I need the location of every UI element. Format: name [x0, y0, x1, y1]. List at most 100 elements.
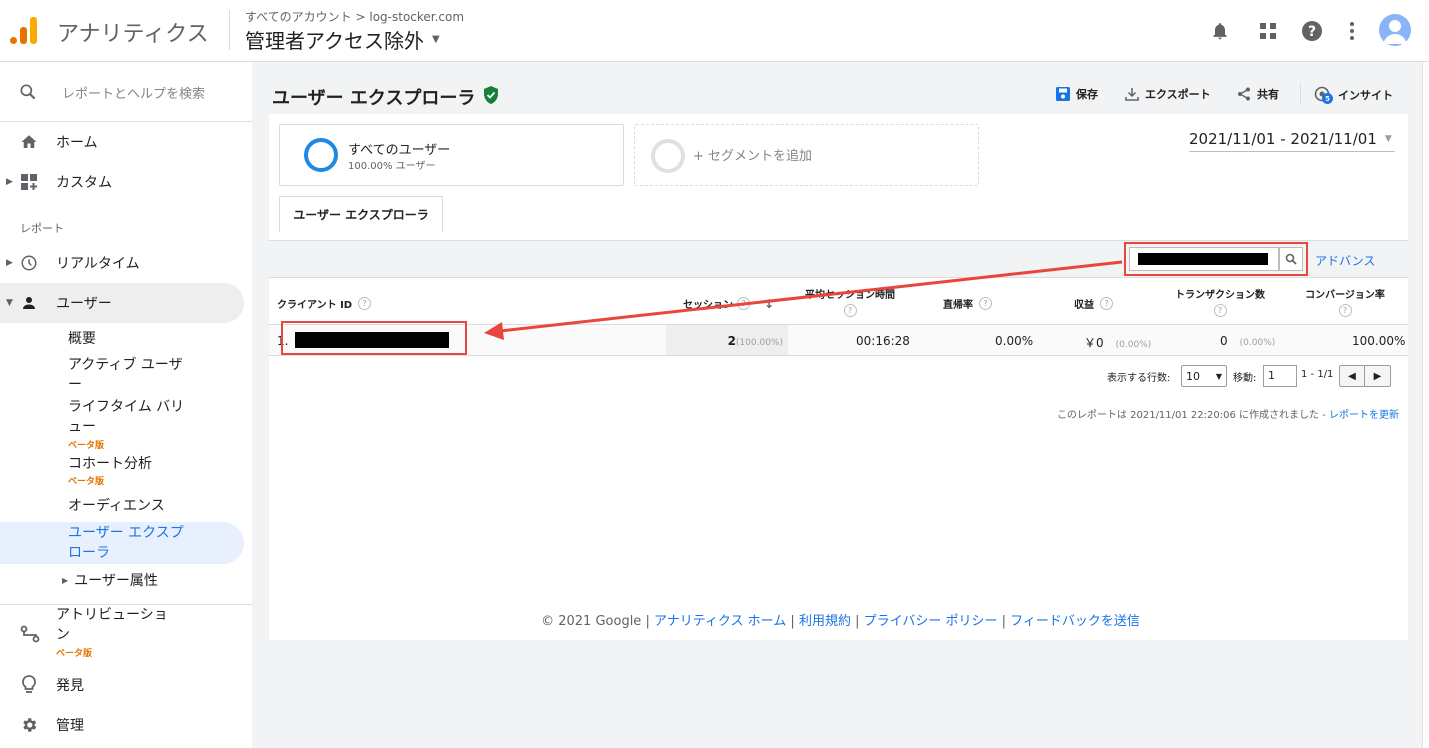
page-range: 1 - 1/1	[1301, 369, 1334, 380]
caret-down-icon: ▼	[432, 34, 440, 45]
help-tooltip-icon[interactable]: ?	[1213, 304, 1227, 317]
sidebar-sub-lifetime-value[interactable]: ライフタイム バリ ュー	[68, 397, 184, 437]
insight-label: インサイト	[1338, 89, 1393, 102]
cell-avg-duration: 00:16:28	[856, 334, 910, 348]
col-header-bounce[interactable]: 直帰率?	[943, 296, 992, 311]
save-button[interactable]: 保存	[1056, 86, 1098, 102]
goto-page-input[interactable]: 1	[1263, 365, 1297, 387]
footer-sep: |	[1001, 614, 1011, 629]
attribution-icon	[20, 625, 40, 647]
col-header-client-id[interactable]: クライアント ID?	[277, 296, 372, 311]
sidebar-sub-active-users[interactable]: アクティブ ユーザ ー	[68, 355, 183, 395]
save-icon	[1056, 87, 1070, 101]
sidebar: レポートとヘルプを検索 ホーム ▶ カスタム レポート ▶ リアルタイム ▼ ユ…	[0, 62, 252, 748]
sidebar-item-label: ン	[56, 627, 70, 643]
sidebar-item-discover[interactable]: 発見	[0, 665, 244, 705]
apps-grid-icon[interactable]	[1256, 19, 1280, 43]
report-timestamp: このレポートは 2021/11/01 22:20:06 に作成されました - レ…	[919, 406, 1399, 421]
vertical-scrollbar[interactable]	[1422, 62, 1429, 748]
beta-badge: ベータ版	[68, 441, 105, 451]
col-header-revenue[interactable]: 収益?	[1074, 296, 1113, 311]
caret-down-icon: ▼	[6, 298, 13, 308]
help-tooltip-icon[interactable]: ?	[358, 297, 372, 310]
sidebar-item-attribution[interactable]: アトリビューショ ン ベータ版	[0, 605, 244, 661]
caret-right-icon: ▶	[6, 258, 13, 268]
page-title: ユーザー エクスプローラ	[272, 84, 499, 110]
help-icon[interactable]: ?	[1300, 19, 1324, 43]
page-footer: © 2021 Google | アナリティクス ホーム | 利用規約 | プライ…	[252, 610, 1429, 629]
export-label: エクスポート	[1145, 88, 1211, 101]
help-tooltip-icon[interactable]: ?	[1338, 304, 1352, 317]
segment-card-all-users[interactable]: すべてのユーザー 100.00% ユーザー	[279, 124, 624, 186]
insight-button[interactable]: 5 インサイト	[1314, 86, 1393, 104]
sidebar-search[interactable]: レポートとヘルプを検索	[0, 62, 252, 122]
sidebar-sub-user-explorer[interactable]: ユーザー エクスプ ローラ	[0, 522, 244, 564]
insight-icon: 5	[1314, 86, 1333, 104]
col-header-sessions[interactable]: セッション? ↓	[683, 296, 774, 312]
sidebar-sub-overview[interactable]: 概要	[68, 329, 96, 349]
search-icon	[18, 82, 38, 106]
transactions-pct: (0.00%)	[1239, 338, 1276, 348]
sessions-value: 2	[727, 334, 736, 348]
sidebar-sub-audience[interactable]: オーディエンス	[68, 496, 165, 516]
sidebar-item-label: 管理	[56, 718, 84, 734]
sidebar-sub-label: ー	[68, 377, 82, 393]
svg-text:?: ?	[1308, 24, 1316, 40]
chevron-left-icon: ◀	[1348, 370, 1356, 382]
footer-link-privacy[interactable]: プライバシー ポリシー	[864, 614, 998, 629]
analytics-logo-icon[interactable]	[10, 16, 38, 44]
rows-per-page-select[interactable]: 10 ▼	[1181, 365, 1227, 387]
footer-link-feedback[interactable]: フィードバックを送信	[1010, 614, 1140, 629]
help-tooltip-icon[interactable]: ?	[737, 297, 750, 310]
revenue-pct: (0.00%)	[1115, 340, 1152, 350]
breadcrumb[interactable]: すべてのアカウント > log-stocker.com	[245, 8, 464, 25]
footer-link-terms[interactable]: 利用規約	[799, 614, 851, 629]
caret-right-icon: ▶	[6, 177, 13, 187]
goto-label: 移動:	[1233, 373, 1257, 384]
sidebar-item-users[interactable]: ▼ ユーザー	[0, 283, 244, 323]
app-name: アナリティクス	[57, 22, 209, 47]
cell-sessions: 2(100.00%)	[669, 334, 783, 348]
share-button[interactable]: 共有	[1237, 86, 1279, 102]
col-header-label: クライアント ID	[277, 300, 353, 311]
advanced-link[interactable]: アドバンス	[1315, 252, 1375, 269]
transactions-value: 0	[1220, 334, 1228, 348]
col-header-conversion[interactable]: コンバージョン率 ?	[1295, 286, 1395, 317]
date-range-picker[interactable]: 2021/11/01 - 2021/11/01 ▼	[1189, 126, 1395, 152]
col-header-avg-duration[interactable]: 平均セッション時間 ?	[800, 286, 900, 317]
next-page-button[interactable]: ▶	[1365, 365, 1391, 387]
sidebar-sub-cohort[interactable]: コホート分析	[68, 454, 152, 474]
lightbulb-icon	[18, 674, 40, 696]
help-tooltip-icon[interactable]: ?	[843, 304, 857, 317]
verified-shield-icon	[483, 85, 499, 109]
goto-page-value: 1	[1268, 369, 1275, 382]
sidebar-item-admin[interactable]: 管理	[0, 705, 244, 745]
add-segment-button[interactable]: + セグメントを追加	[634, 124, 979, 186]
footer-link-home[interactable]: アナリティクス ホーム	[654, 614, 786, 629]
col-header-transactions[interactable]: トランザクション数 ?	[1170, 286, 1270, 317]
col-header-label: 収益	[1074, 300, 1094, 311]
help-tooltip-icon[interactable]: ?	[1100, 297, 1113, 310]
cell-revenue: ￥0 (0.00%)	[1084, 334, 1151, 351]
section-label-reports: レポート	[20, 222, 64, 235]
prev-page-button[interactable]: ◀	[1339, 365, 1365, 387]
person-icon	[18, 292, 40, 314]
tab-user-explorer[interactable]: ユーザー エクスプローラ	[279, 196, 443, 232]
sidebar-item-custom[interactable]: ▶ カスタム	[0, 162, 244, 202]
sidebar-item-realtime[interactable]: ▶ リアルタイム	[0, 243, 244, 283]
caret-right-icon: ▶	[62, 575, 69, 585]
sidebar-item-home[interactable]: ホーム	[0, 122, 244, 162]
refresh-report-link[interactable]: レポートを更新	[1329, 410, 1399, 421]
export-button[interactable]: エクスポート	[1125, 86, 1211, 102]
more-vert-icon[interactable]	[1340, 19, 1364, 43]
clock-icon	[18, 252, 40, 274]
view-selector[interactable]: 管理者アクセス除外 ▼	[245, 25, 440, 54]
report-panel: すべてのユーザー 100.00% ユーザー + セグメントを追加 2021/11…	[269, 114, 1408, 640]
save-label: 保存	[1076, 88, 1098, 101]
sidebar-sub-user-attributes[interactable]: ▶ ユーザー属性	[62, 570, 158, 590]
help-tooltip-icon[interactable]: ?	[979, 297, 992, 310]
search-placeholder: レポートとヘルプを検索	[62, 87, 206, 102]
cell-conversion: 100.00%	[1352, 334, 1406, 348]
avatar[interactable]	[1379, 14, 1411, 46]
bell-icon[interactable]	[1208, 19, 1232, 43]
